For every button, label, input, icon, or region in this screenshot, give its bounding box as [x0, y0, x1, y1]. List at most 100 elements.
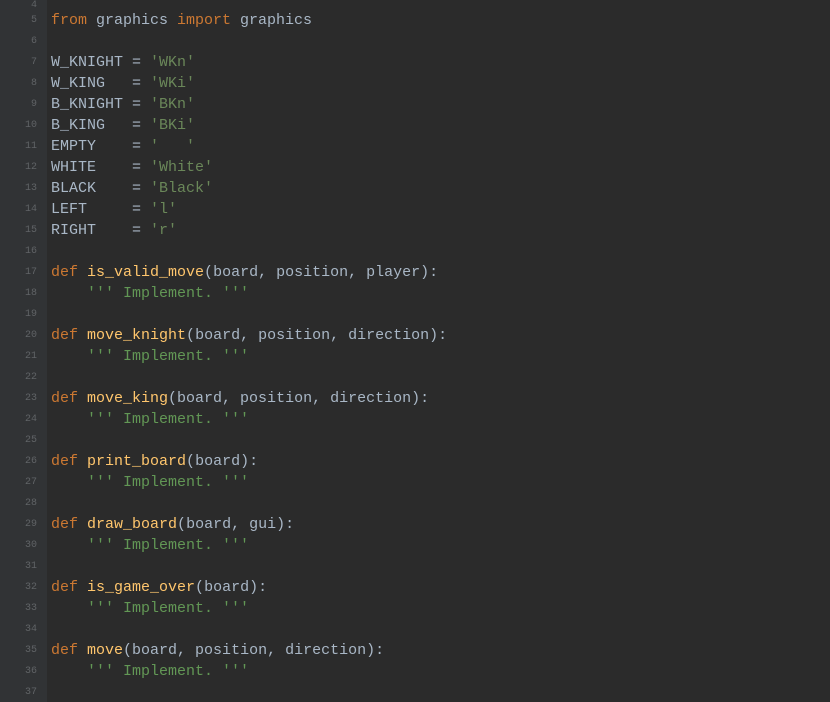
- line-number: 5: [0, 10, 37, 31]
- function-name: move_knight: [78, 327, 186, 344]
- line-number: 4: [0, 0, 37, 10]
- equals: =: [132, 159, 141, 176]
- paren-open: (: [186, 453, 195, 470]
- function-name: move_king: [78, 390, 168, 407]
- code-line: [51, 682, 830, 702]
- line-number: 12: [0, 157, 37, 178]
- line-number: 10: [0, 115, 37, 136]
- paren-close-colon: ):: [249, 579, 267, 596]
- code-line: ''' Implement. ''': [51, 535, 830, 556]
- line-number: 26: [0, 451, 37, 472]
- code-line: [51, 367, 830, 388]
- params: board, gui: [186, 516, 276, 533]
- const-name: LEFT: [51, 201, 132, 218]
- paren-close-colon: ):: [240, 453, 258, 470]
- code-line: W_KING = 'WKi': [51, 73, 830, 94]
- paren-close-colon: ):: [366, 642, 384, 659]
- code-line: def print_board(board):: [51, 451, 830, 472]
- code-line: def move_knight(board, position, directi…: [51, 325, 830, 346]
- code-line: def move(board, position, direction):: [51, 640, 830, 661]
- code-line: WHITE = 'White': [51, 157, 830, 178]
- line-number: 22: [0, 367, 37, 388]
- code-line: [51, 430, 830, 451]
- keyword-def: def: [51, 642, 78, 659]
- line-number: 19: [0, 304, 37, 325]
- params: board, position, player: [213, 264, 420, 281]
- code-line: ''' Implement. ''': [51, 346, 830, 367]
- code-line: LEFT = 'l': [51, 199, 830, 220]
- docstring: ''' Implement. ''': [51, 600, 249, 617]
- params: board: [195, 453, 240, 470]
- const-name: EMPTY: [51, 138, 132, 155]
- line-number: 23: [0, 388, 37, 409]
- string-literal: 'White': [141, 159, 213, 176]
- line-number: 9: [0, 94, 37, 115]
- keyword-def: def: [51, 516, 78, 533]
- const-name: W_KNIGHT: [51, 54, 132, 71]
- string-literal: ' ': [141, 138, 195, 155]
- paren-open: (: [177, 516, 186, 533]
- code-line: ''' Implement. ''': [51, 472, 830, 493]
- function-name: draw_board: [78, 516, 177, 533]
- equals: =: [132, 222, 141, 239]
- equals: =: [132, 138, 141, 155]
- line-number: 33: [0, 598, 37, 619]
- function-name: is_game_over: [78, 579, 195, 596]
- code-line: [51, 619, 830, 640]
- code-area[interactable]: from graphics import graphics W_KNIGHT =…: [47, 0, 830, 702]
- equals: =: [132, 75, 141, 92]
- keyword-def: def: [51, 390, 78, 407]
- code-editor[interactable]: 4567891011121314151617181920212223242526…: [0, 0, 830, 702]
- docstring: ''' Implement. ''': [51, 663, 249, 680]
- line-number: 25: [0, 430, 37, 451]
- keyword-def: def: [51, 327, 78, 344]
- code-line: def is_valid_move(board, position, playe…: [51, 262, 830, 283]
- const-name: B_KNIGHT: [51, 96, 132, 113]
- line-number: 28: [0, 493, 37, 514]
- line-number: 29: [0, 514, 37, 535]
- equals: =: [132, 201, 141, 218]
- line-number: 14: [0, 199, 37, 220]
- module-name: graphics: [87, 12, 177, 29]
- line-number: 17: [0, 262, 37, 283]
- string-literal: 'Black': [141, 180, 213, 197]
- code-line: EMPTY = ' ': [51, 136, 830, 157]
- paren-open: (: [195, 579, 204, 596]
- const-name: B_KING: [51, 117, 132, 134]
- code-line: B_KING = 'BKi': [51, 115, 830, 136]
- docstring: ''' Implement. ''': [51, 285, 249, 302]
- params: board: [204, 579, 249, 596]
- code-line: ''' Implement. ''': [51, 598, 830, 619]
- equals: =: [132, 117, 141, 134]
- docstring: ''' Implement. ''': [51, 348, 249, 365]
- function-name: move: [78, 642, 123, 659]
- line-number: 8: [0, 73, 37, 94]
- line-number: 20: [0, 325, 37, 346]
- keyword-def: def: [51, 579, 78, 596]
- equals: =: [132, 96, 141, 113]
- string-literal: 'BKi': [141, 117, 195, 134]
- keyword-import: import: [177, 12, 231, 29]
- code-line: def draw_board(board, gui):: [51, 514, 830, 535]
- paren-open: (: [186, 327, 195, 344]
- code-line: from graphics import graphics: [51, 10, 830, 31]
- string-literal: 'WKn': [141, 54, 195, 71]
- line-number: 32: [0, 577, 37, 598]
- code-line: ''' Implement. ''': [51, 283, 830, 304]
- line-number: 6: [0, 31, 37, 52]
- function-name: print_board: [78, 453, 186, 470]
- code-line: [51, 0, 830, 10]
- module-name: graphics: [231, 12, 312, 29]
- string-literal: 'r': [141, 222, 177, 239]
- line-number: 30: [0, 535, 37, 556]
- paren-close-colon: ):: [276, 516, 294, 533]
- paren-close-colon: ):: [420, 264, 438, 281]
- const-name: RIGHT: [51, 222, 132, 239]
- code-line: def move_king(board, position, direction…: [51, 388, 830, 409]
- line-number: 15: [0, 220, 37, 241]
- string-literal: 'l': [141, 201, 177, 218]
- params: board, position, direction: [177, 390, 411, 407]
- keyword-from: from: [51, 12, 87, 29]
- line-number-gutter: 4567891011121314151617181920212223242526…: [0, 0, 47, 702]
- docstring: ''' Implement. ''': [51, 537, 249, 554]
